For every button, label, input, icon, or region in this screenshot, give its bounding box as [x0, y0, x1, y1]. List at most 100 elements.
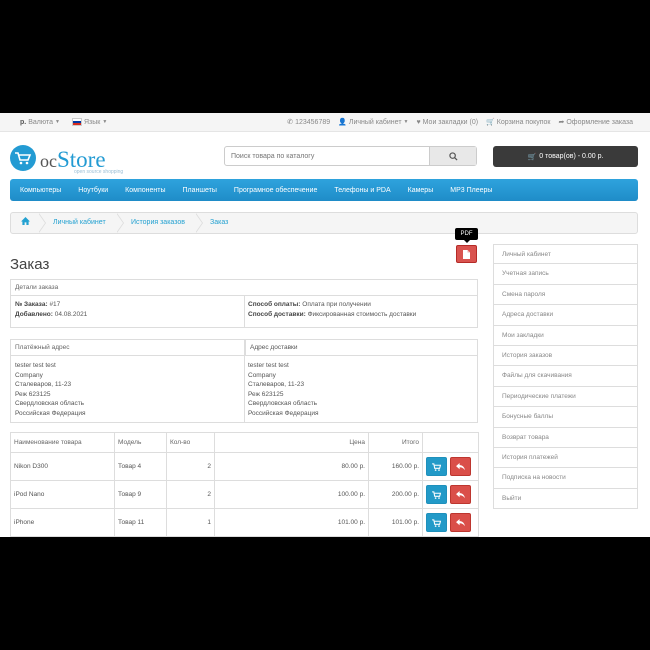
cart-icon: 🛒 — [486, 119, 495, 126]
search-icon — [448, 151, 458, 161]
category-menu: Компьютеры Ноутбуки Компоненты Планшеты … — [10, 179, 638, 201]
cart-summary: 0 товар(ов) - 0.00 р. — [539, 153, 604, 160]
sidebar-item-recurring[interactable]: Периодические платежи — [493, 386, 638, 408]
column-divider — [244, 296, 245, 327]
sidebar-item-account[interactable]: Личный кабинет — [493, 244, 638, 265]
payment-method-label: Способ оплаты: — [248, 301, 301, 308]
currency-label: Валюта — [28, 118, 53, 126]
address-line: tester test test — [15, 362, 56, 369]
product-model: Товар 11 — [114, 508, 167, 537]
menu-item[interactable]: Компоненты — [125, 187, 165, 194]
wishlist-link[interactable]: ♥ Мои закладки (0) — [416, 118, 478, 126]
return-button[interactable] — [450, 457, 471, 476]
reorder-button[interactable] — [426, 457, 447, 476]
product-qty: 1 — [166, 508, 215, 537]
col-header-price: Цена — [214, 432, 369, 453]
address-line: Company — [248, 371, 276, 379]
product-price: 101.00 р. — [214, 508, 369, 537]
sidebar-item-logout[interactable]: Выйти — [493, 488, 638, 510]
address-line: Реж 623125 — [15, 390, 51, 398]
user-icon: 👤 — [338, 119, 347, 126]
product-qty: 2 — [166, 452, 215, 481]
return-button[interactable] — [450, 485, 471, 504]
search-button[interactable] — [429, 147, 476, 165]
sidebar-item-downloads[interactable]: Файлы для скачивания — [493, 366, 638, 387]
cart-icon — [432, 518, 441, 527]
sidebar-item-edit-account[interactable]: Учетная запись — [493, 264, 638, 285]
phone-link[interactable]: ✆ 123456789 — [287, 118, 331, 127]
reply-icon — [456, 490, 465, 498]
sidebar-item-newsletter[interactable]: Подписка на новости — [493, 468, 638, 489]
shipping-method-label: Способ доставки: — [248, 311, 306, 318]
cart-label: Корзина покупок — [496, 118, 551, 126]
sidebar-item-addresses[interactable]: Адреса доставки — [493, 305, 638, 326]
file-icon — [463, 249, 470, 259]
reply-icon — [456, 462, 465, 470]
phone-number: 123456789 — [295, 118, 331, 126]
menu-item[interactable]: Програмное обеспечение — [234, 187, 317, 194]
share-icon: ➦ — [558, 119, 565, 126]
table-row: iPhone Товар 11 1 101.00 р. 101.00 р. — [10, 508, 479, 537]
address-line: Свердловская область — [15, 400, 85, 407]
cart-link[interactable]: 🛒 Корзина покупок — [486, 118, 551, 127]
checkout-link[interactable]: ➦ Оформление заказа — [558, 118, 633, 127]
products-table: Наименование товара Модель Кол-во Цена И… — [10, 432, 479, 537]
address-line: Сталеваров, 11-23 — [15, 381, 72, 388]
store-logo[interactable]: ocStore open source shopping — [10, 145, 160, 175]
account-label: Личный кабинет — [348, 118, 402, 126]
product-total: 200.00 р. — [368, 480, 423, 509]
return-button[interactable] — [450, 513, 471, 532]
search-input[interactable] — [225, 147, 430, 165]
home-icon[interactable] — [21, 217, 30, 227]
menu-item[interactable]: Ноутбуки — [78, 187, 108, 194]
menu-item[interactable]: MP3 Плееры — [450, 187, 492, 194]
account-dropdown[interactable]: 👤 Личный кабинет ▼ — [338, 118, 408, 127]
col-header-qty: Кол-во — [166, 432, 215, 453]
sidebar-item-wishlist[interactable]: Мои закладки — [493, 325, 638, 346]
menu-item[interactable]: Камеры — [408, 187, 434, 194]
breadcrumb-order[interactable]: Заказ — [210, 219, 228, 226]
product-name: iPhone — [10, 508, 115, 537]
language-dropdown[interactable]: Язык ▼ — [71, 118, 107, 126]
logo-prefix: oc — [40, 151, 57, 171]
payment-method: Оплата при получении — [302, 301, 371, 308]
menu-item[interactable]: Телефоны и PDA — [334, 187, 390, 194]
menu-item[interactable]: Компьютеры — [20, 187, 61, 194]
reorder-button[interactable] — [426, 485, 447, 504]
menu-item[interactable]: Планшеты — [183, 187, 217, 194]
breadcrumb-order-history[interactable]: История заказов — [131, 219, 185, 226]
logo-tagline: open source shopping — [74, 169, 124, 175]
sidebar-item-password[interactable]: Смена пароля — [493, 284, 638, 306]
sidebar-item-reward-points[interactable]: Бонусные баллы — [493, 407, 638, 428]
pdf-button[interactable] — [456, 245, 477, 263]
address-line: Company — [15, 371, 43, 379]
product-model: Товар 4 — [114, 452, 167, 481]
currency-symbol: р. — [20, 118, 27, 126]
phone-icon: ✆ — [287, 119, 294, 126]
addresses-panel: Платёжный адрес Адрес доставки tester te… — [10, 339, 478, 423]
address-line: Российская Федерация — [248, 409, 319, 417]
sidebar-item-order-history[interactable]: История заказов — [493, 345, 638, 367]
product-actions — [422, 452, 479, 481]
breadcrumb: Личный кабинет История заказов Заказ — [10, 212, 638, 234]
sidebar-item-transactions[interactable]: История платежей — [493, 447, 638, 469]
order-date-label: Добавлено: — [15, 311, 53, 318]
breadcrumb-account[interactable]: Личный кабинет — [53, 219, 106, 226]
search-box — [224, 146, 477, 166]
cart-button[interactable]: 🛒 0 товар(ов) - 0.00 р. — [493, 146, 638, 167]
product-qty: 2 — [166, 480, 215, 509]
shipping-method: Фиксированная стоимость доставки — [307, 311, 417, 318]
reorder-button[interactable] — [426, 513, 447, 532]
table-header-row: Наименование товара Модель Кол-во Цена И… — [10, 432, 479, 453]
address-line: tester test test — [248, 362, 289, 369]
account-sidebar: Личный кабинет Учетная запись Смена паро… — [493, 244, 638, 510]
sidebar-item-returns[interactable]: Возврат товара — [493, 427, 638, 448]
wishlist-label: Мои закладки (0) — [422, 118, 479, 126]
product-name: Nikon D300 — [10, 452, 115, 481]
heart-icon: ♥ — [416, 118, 421, 126]
order-details-panel: Детали заказа № Заказа: #17 Добавлено: 0… — [10, 279, 478, 328]
col-header-actions — [422, 432, 479, 453]
currency-dropdown[interactable]: р. Валюта ▼ — [20, 118, 60, 126]
shipping-address: tester test test Company Сталеваров, 11-… — [248, 361, 319, 418]
col-header-model: Модель — [114, 432, 167, 453]
